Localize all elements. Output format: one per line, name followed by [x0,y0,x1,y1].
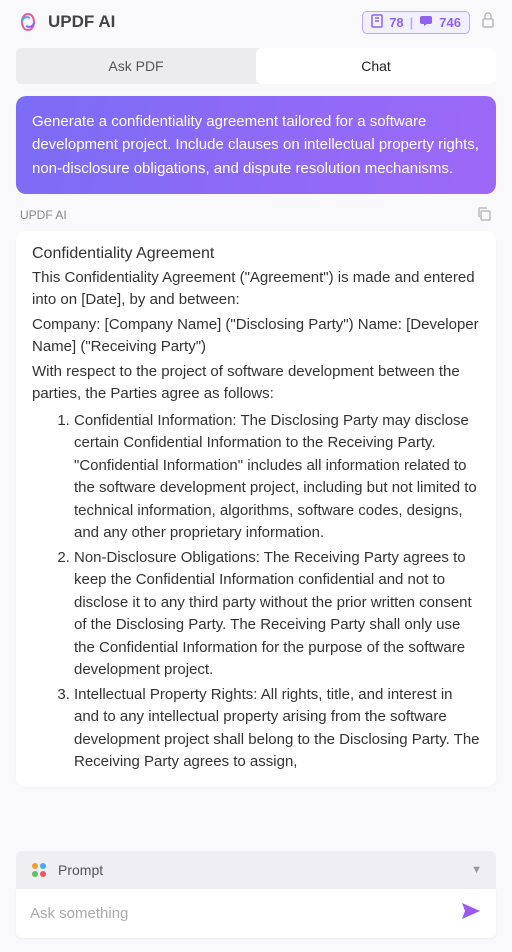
logo-icon [16,10,40,34]
prompt-selector[interactable]: Prompt ▼ [16,851,496,889]
ai-label-row: UPDF AI [0,206,512,231]
badge-count-1: 78 [389,15,403,30]
header: UPDF AI 78 | 746 [0,0,512,44]
send-button[interactable] [460,901,482,926]
response-p3: With respect to the project of software … [32,361,480,406]
apps-icon [30,861,48,879]
prompt-label: Prompt [58,862,103,878]
copy-icon[interactable] [476,206,492,225]
list-item: Non-Disclosure Obligations: The Receivin… [74,547,480,682]
prompt-left: Prompt [30,861,103,879]
input-row [16,889,496,938]
app-title: UPDF AI [48,12,115,32]
credits-badge[interactable]: 78 | 746 [362,11,470,34]
ai-response: Confidentiality Agreement This Confident… [16,231,496,787]
chevron-down-icon: ▼ [471,864,482,876]
badge-separator: | [410,15,414,30]
response-p2: Company: [Company Name] ("Disclosing Par… [32,314,480,359]
list-item: Confidential Information: The Disclosing… [74,410,480,545]
header-right: 78 | 746 [362,11,496,34]
bottom-panel: Prompt ▼ [0,841,512,952]
response-title: Confidentiality Agreement [32,245,480,263]
user-message: Generate a confidentiality agreement tai… [16,96,496,194]
badge-count-2: 746 [439,15,461,30]
header-left: UPDF AI [16,10,115,34]
chat-icon [419,15,433,30]
response-list: Confidential Information: The Disclosing… [32,410,480,774]
message-input[interactable] [30,905,460,922]
tabs: Ask PDF Chat [16,48,496,84]
doc-icon [371,14,383,31]
list-item: Intellectual Property Rights: All rights… [74,684,480,774]
tab-ask-pdf[interactable]: Ask PDF [16,48,256,84]
lock-icon[interactable] [480,11,496,34]
response-p1: This Confidentiality Agreement ("Agreeme… [32,267,480,312]
ai-label: UPDF AI [20,208,67,222]
tab-chat[interactable]: Chat [256,48,496,84]
